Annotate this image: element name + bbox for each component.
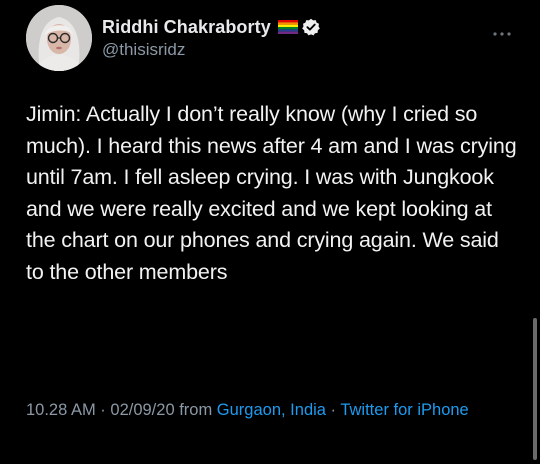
tweet-card: Riddhi Chakraborty @thisisridz Jimin: Ac…	[0, 0, 540, 464]
avatar-image	[26, 5, 92, 71]
verified-icon	[302, 18, 320, 36]
source-link[interactable]: Twitter for iPhone	[340, 401, 468, 419]
more-options-icon[interactable]	[491, 25, 513, 36]
tweet-time[interactable]: 10.28 AM	[26, 401, 96, 419]
rainbow-flag-icon	[277, 20, 298, 34]
name-row: Riddhi Chakraborty	[102, 14, 320, 40]
tweet-text: Jimin: Actually I don’t really know (why…	[26, 102, 517, 284]
scrollbar[interactable]	[533, 318, 537, 460]
from-label: from	[174, 401, 217, 419]
tweet-meta: 10.28 AM · 02/09/20 from Gurgaon, India …	[26, 398, 496, 423]
tweet-date[interactable]: 02/09/20	[110, 401, 174, 419]
avatar[interactable]	[26, 5, 92, 71]
display-name[interactable]: Riddhi Chakraborty	[102, 17, 271, 38]
location-link[interactable]: Gurgaon, India	[217, 401, 326, 419]
meta-separator: ·	[95, 401, 111, 419]
meta-separator: ·	[325, 401, 341, 419]
user-handle[interactable]: @thisisridz	[102, 40, 185, 60]
